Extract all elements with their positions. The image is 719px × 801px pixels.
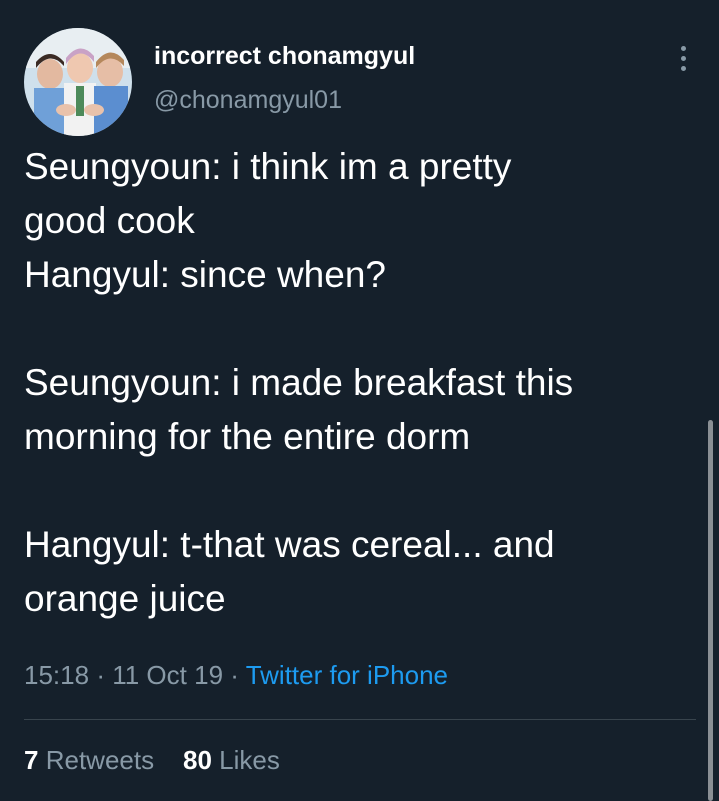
avatar-image xyxy=(24,28,132,136)
tweet-source-link[interactable]: Twitter for iPhone xyxy=(246,660,448,690)
meta-separator: · xyxy=(96,660,105,690)
meta-separator: · xyxy=(230,660,239,690)
avatar[interactable] xyxy=(24,28,132,136)
divider xyxy=(24,719,696,720)
tweet-text-line: good cook xyxy=(24,200,195,241)
tweet-date[interactable]: 11 Oct 19 xyxy=(112,660,223,690)
tweet-detail: incorrect chonamgyul @chonamgyul01 Seung… xyxy=(0,0,719,801)
likes-label: Likes xyxy=(219,745,280,775)
author-handle[interactable]: @chonamgyul01 xyxy=(154,86,342,115)
scrollbar[interactable] xyxy=(708,420,713,801)
tweet-text-line: Seungyoun: i made breakfast this xyxy=(24,362,574,403)
likes-stat[interactable]: 80 Likes xyxy=(183,745,280,775)
tweet-text-line: Seungyoun: i think im a pretty xyxy=(24,146,512,187)
tweet-text-line: Hangyul: since when? xyxy=(24,254,386,295)
tweet-stats: 7 Retweets 80 Likes xyxy=(24,745,280,776)
likes-count: 80 xyxy=(183,745,212,775)
tweet-text-line: Hangyul: t-that was cereal... and xyxy=(24,524,555,565)
tweet-text-line xyxy=(24,302,694,356)
author-display-name[interactable]: incorrect chonamgyul xyxy=(154,42,415,71)
more-options-icon[interactable] xyxy=(672,40,696,76)
retweets-label: Retweets xyxy=(45,745,155,775)
tweet-time[interactable]: 15:18 xyxy=(24,660,89,690)
tweet-text-line xyxy=(24,464,694,518)
tweet-metadata: 15:18 · 11 Oct 19 · Twitter for iPhone xyxy=(24,660,448,691)
tweet-text-line: morning for the entire dorm xyxy=(24,416,471,457)
tweet-header: incorrect chonamgyul @chonamgyul01 xyxy=(24,28,704,138)
tweet-text-line: orange juice xyxy=(24,578,226,619)
tweet-text: Seungyoun: i think im a pretty good cook… xyxy=(24,140,694,626)
retweets-count: 7 xyxy=(24,745,39,775)
retweets-stat[interactable]: 7 Retweets xyxy=(24,745,161,775)
